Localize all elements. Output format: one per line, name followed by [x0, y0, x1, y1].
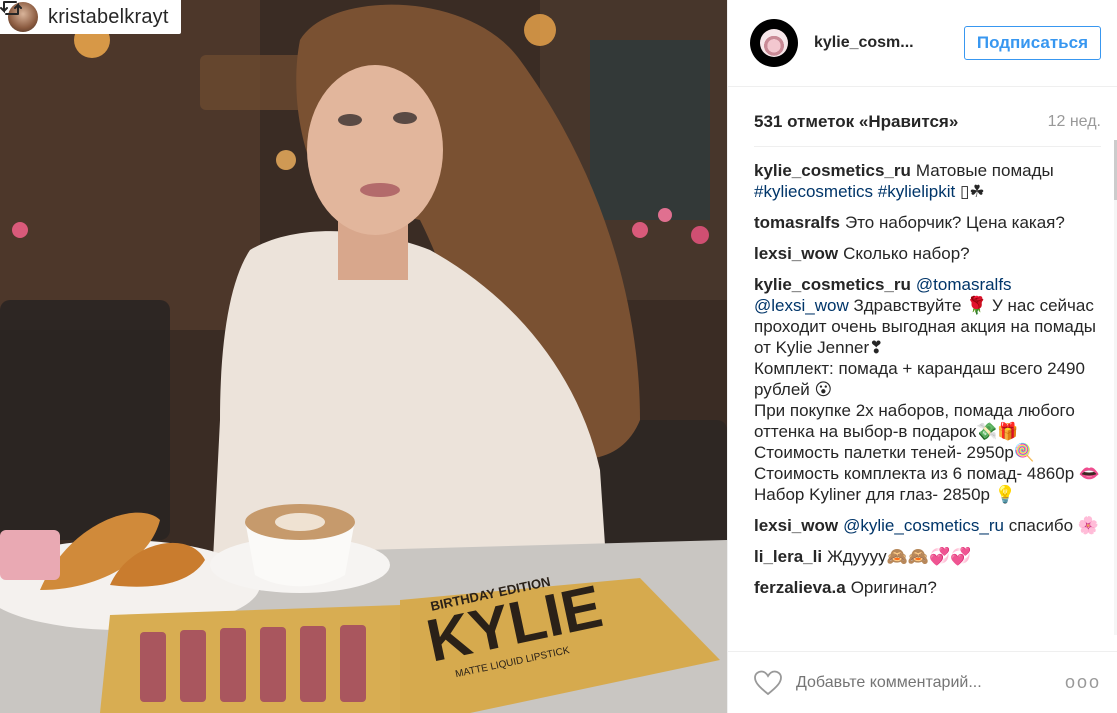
comment-line: Комплект: помада + карандаш всего 2490 р…	[754, 359, 1085, 399]
comment-username[interactable]: lexsi_wow	[754, 516, 838, 535]
mentions[interactable]: @kylie_cosmetics_ru	[843, 516, 1004, 535]
post-footer: ooo	[728, 651, 1117, 713]
heart-icon[interactable]	[754, 670, 782, 696]
repost-tag[interactable]: kristabelkrayt	[0, 0, 181, 34]
comment-username[interactable]: ferzalieva.a	[754, 578, 846, 597]
post-meta: 531 отметок «Нравится» 12 нед.	[754, 112, 1101, 132]
comment-line: Набор Kyliner для глаз- 2850р 💡	[754, 485, 1016, 504]
comment-input[interactable]	[794, 672, 1065, 693]
author-avatar[interactable]	[750, 19, 798, 67]
comments-list: kylie_cosmetics_ru Матовые помады #kyliec…	[754, 160, 1105, 608]
author-username[interactable]: kylie_cosm...	[814, 34, 964, 52]
comment-suffix: ▯☘	[955, 182, 985, 201]
comment: kylie_cosmetics_ru Матовые помады #kyliec…	[754, 160, 1105, 202]
comment-username[interactable]: kylie_cosmetics_ru	[754, 161, 911, 180]
repost-icon	[0, 1, 22, 15]
comment-username[interactable]: lexsi_wow	[754, 244, 838, 263]
post-header: kylie_cosm... Подписаться	[728, 0, 1117, 87]
comment-username[interactable]: kylie_cosmetics_ru	[754, 275, 911, 294]
comment: kylie_cosmetics_ru @tomasralfs @lexsi_wow…	[754, 274, 1105, 505]
post-side-panel: kylie_cosm... Подписаться 531 отметок «Н…	[727, 0, 1117, 713]
post-photo[interactable]: BIRTHDAY EDITION KYLIE MATTE LIQUID LIPS…	[0, 0, 727, 713]
divider	[754, 146, 1101, 147]
instagram-post-view: BIRTHDAY EDITION KYLIE MATTE LIQUID LIPS…	[0, 0, 1117, 713]
comment-text: Сколько набор?	[843, 244, 970, 263]
comment: lexsi_wow @kylie_cosmetics_ru спасибо 🌸	[754, 515, 1105, 536]
comment: li_lera_li Ждуууу🙈🙈💞💞	[754, 546, 1105, 567]
comment-text: Матовые помады	[915, 161, 1054, 180]
comment-text: спасибо 🌸	[1008, 516, 1099, 535]
hashtags[interactable]: #kyliecosmetics #kylielipkit	[754, 182, 955, 201]
comment-line: Стоимость палетки теней- 2950р🍭	[754, 443, 1035, 462]
comment-text: Ждуууу🙈🙈💞💞	[827, 547, 972, 566]
comment-line: При покупке 2х наборов, помада любого от…	[754, 401, 1075, 441]
likes-count[interactable]: 531 отметок «Нравится»	[754, 112, 958, 132]
comment: ferzalieva.a Оригинал?	[754, 577, 1105, 598]
comment: tomasralfs Это наборчик? Цена какая?	[754, 212, 1105, 233]
follow-button[interactable]: Подписаться	[963, 26, 1101, 60]
photo-illustration: BIRTHDAY EDITION KYLIE MATTE LIQUID LIPS…	[0, 0, 727, 713]
comment-username[interactable]: li_lera_li	[754, 547, 822, 566]
repost-username[interactable]: kristabelkrayt	[48, 6, 169, 29]
comment-text: Это наборчик? Цена какая?	[844, 213, 1065, 232]
comment-username[interactable]: tomasralfs	[754, 213, 840, 232]
comment-line: Стоимость комплекта из 6 помад- 4860р 👄	[754, 464, 1101, 483]
more-options-icon[interactable]: ooo	[1065, 672, 1101, 693]
comment: lexsi_wow Сколько набор?	[754, 243, 1105, 264]
post-time[interactable]: 12 нед.	[1048, 113, 1101, 131]
comment-text: Оригинал?	[850, 578, 937, 597]
